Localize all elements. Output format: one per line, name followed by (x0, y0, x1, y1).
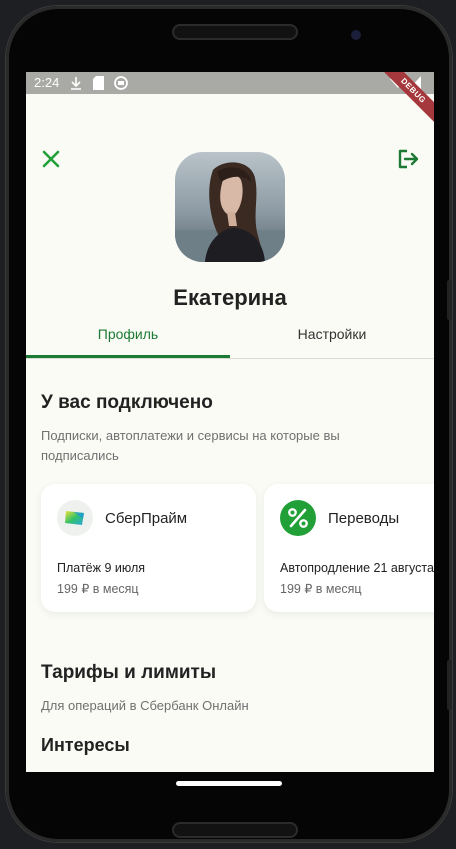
subscription-card-sberprime[interactable]: СберПрайм Платёж 9 июля 199 ₽ в месяц (41, 484, 256, 612)
home-indicator[interactable] (176, 781, 282, 786)
avatar[interactable] (175, 152, 285, 262)
card-price: 199 ₽ в месяц (57, 582, 139, 596)
card-title: Переводы (328, 510, 400, 527)
tariffs-title[interactable]: Тарифы и лимиты (41, 662, 216, 684)
tab-profile[interactable]: Профиль (26, 326, 230, 342)
subscription-card-transfers[interactable]: Переводы Автопродление 21 августа 199 ₽ … (264, 484, 434, 612)
side-button (447, 660, 452, 710)
app-status-icon (114, 76, 128, 93)
active-tab-indicator (26, 355, 230, 358)
download-icon (70, 76, 82, 93)
status-time: 2:24 (34, 75, 60, 90)
tab-settings[interactable]: Настройки (230, 326, 434, 342)
connected-description-line: подписались (41, 448, 119, 463)
card-title: СберПрайм (105, 510, 188, 527)
percent-icon (280, 500, 316, 536)
tab-bar: Профиль Настройки (26, 322, 434, 359)
card-payment-info: Автопродление 21 августа (280, 561, 434, 575)
close-icon (42, 150, 60, 168)
card-price: 199 ₽ в месяц (280, 582, 362, 596)
front-camera (351, 30, 361, 40)
status-bar: 2:24 DEBUG (26, 72, 434, 127)
interests-title: Интересы (41, 735, 130, 755)
debug-banner: DEBUG (377, 72, 434, 127)
top-speaker (172, 24, 298, 40)
profile-name: Екатерина (173, 285, 287, 310)
logout-icon (398, 149, 419, 169)
card-payment-info: Платёж 9 июля (57, 561, 146, 575)
side-button (447, 280, 452, 320)
app-screen: 2:24 DEBUG Екатерина Профиль Настройки У… (26, 72, 434, 772)
close-button[interactable] (40, 148, 62, 170)
connected-description: Подписки, автоплатежи и сервисы на котор… (41, 426, 340, 466)
connected-title: У вас подключено (41, 392, 213, 413)
logout-button[interactable] (396, 148, 420, 170)
connected-description-line: Подписки, автоплатежи и сервисы на котор… (41, 428, 340, 443)
tariffs-description: Для операций в Сбербанк Онлайн (41, 698, 249, 713)
sd-card-icon (93, 76, 104, 93)
sberprime-icon (57, 500, 93, 536)
bottom-speaker (172, 822, 298, 838)
